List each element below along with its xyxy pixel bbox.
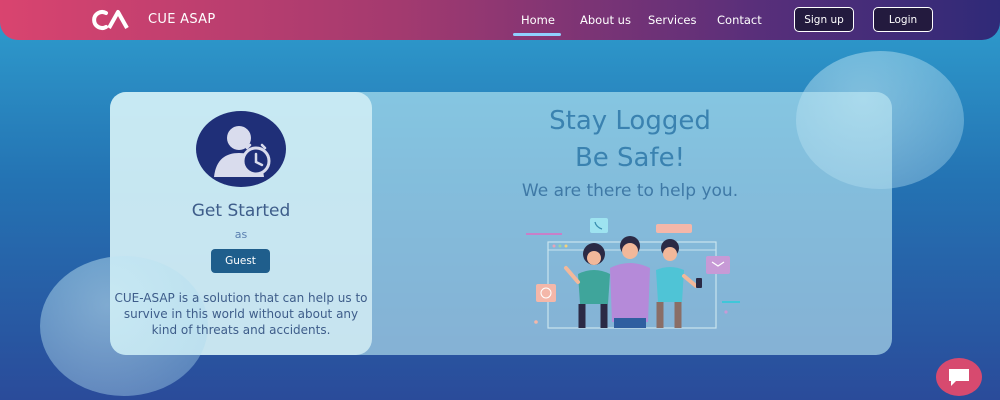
get-started-title: Get Started [191,201,291,221]
app-description: CUE-ASAP is a solution that can help us … [114,291,368,337]
guest-button[interactable]: Guest [211,249,270,273]
active-nav-indicator [513,33,561,36]
chat-button[interactable] [936,358,982,396]
brand-name[interactable]: CUE ASAP [148,12,215,27]
nav-home-link[interactable]: Home [521,13,555,27]
hero-heading-line1: Stay Logged [549,106,711,136]
signup-button[interactable]: Sign up [794,7,854,32]
ca-logo-icon[interactable] [92,9,134,31]
top-navbar: CUE ASAP Home About us Services Contact … [0,0,1000,40]
user-clock-icon [196,111,286,187]
hero-subtitle: We are there to help you. [521,181,739,201]
as-label: as [234,228,248,241]
nav-services-link[interactable]: Services [648,13,697,27]
team-illustration [526,218,740,329]
chat-bubble-icon [949,369,969,386]
hero-heading-line2: Be Safe! [574,143,686,173]
login-button[interactable]: Login [873,7,933,32]
nav-contact-link[interactable]: Contact [717,13,762,27]
nav-about-link[interactable]: About us [580,13,631,27]
decorative-circle-right [796,51,964,189]
